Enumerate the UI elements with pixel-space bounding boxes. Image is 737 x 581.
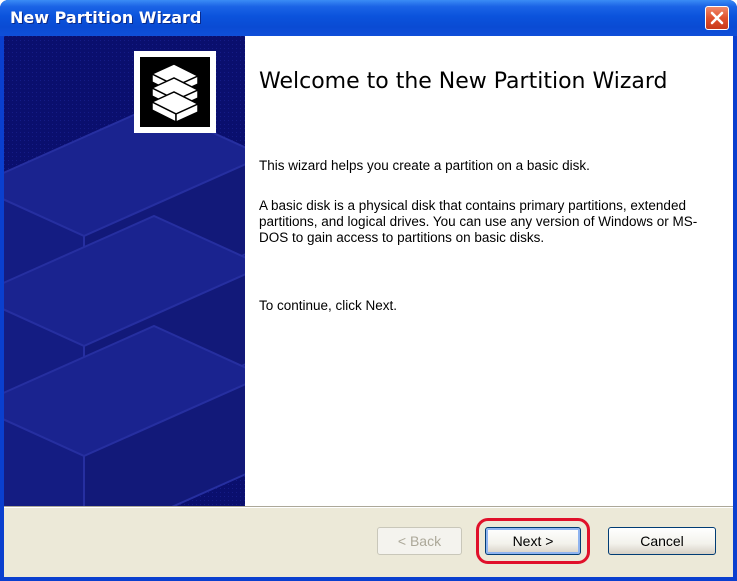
cancel-button[interactable]: Cancel — [608, 527, 716, 555]
dialog-client-area: Welcome to the New Partition Wizard This… — [4, 36, 733, 577]
window-title: New Partition Wizard — [10, 8, 202, 27]
wizard-sidebar-banner — [4, 36, 245, 506]
next-button[interactable]: Next > — [485, 527, 581, 555]
page-title: Welcome to the New Partition Wizard — [259, 69, 668, 94]
sidebar-disk-artwork — [4, 36, 245, 506]
instruction-text: To continue, click Next. — [259, 298, 398, 313]
title-bar[interactable]: New Partition Wizard — [0, 0, 737, 36]
close-button[interactable] — [705, 6, 729, 30]
wizard-window: New Partition Wizard Welcome to the New … — [0, 0, 737, 581]
button-separator — [4, 506, 733, 508]
intro-text: This wizard helps you create a partition… — [259, 158, 590, 173]
disk-stack-icon — [134, 51, 216, 133]
back-button[interactable]: < Back — [377, 527, 462, 555]
close-icon — [710, 11, 724, 25]
description-text: A basic disk is a physical disk that con… — [259, 198, 698, 245]
wizard-content-panel: Welcome to the New Partition Wizard This… — [245, 36, 733, 506]
